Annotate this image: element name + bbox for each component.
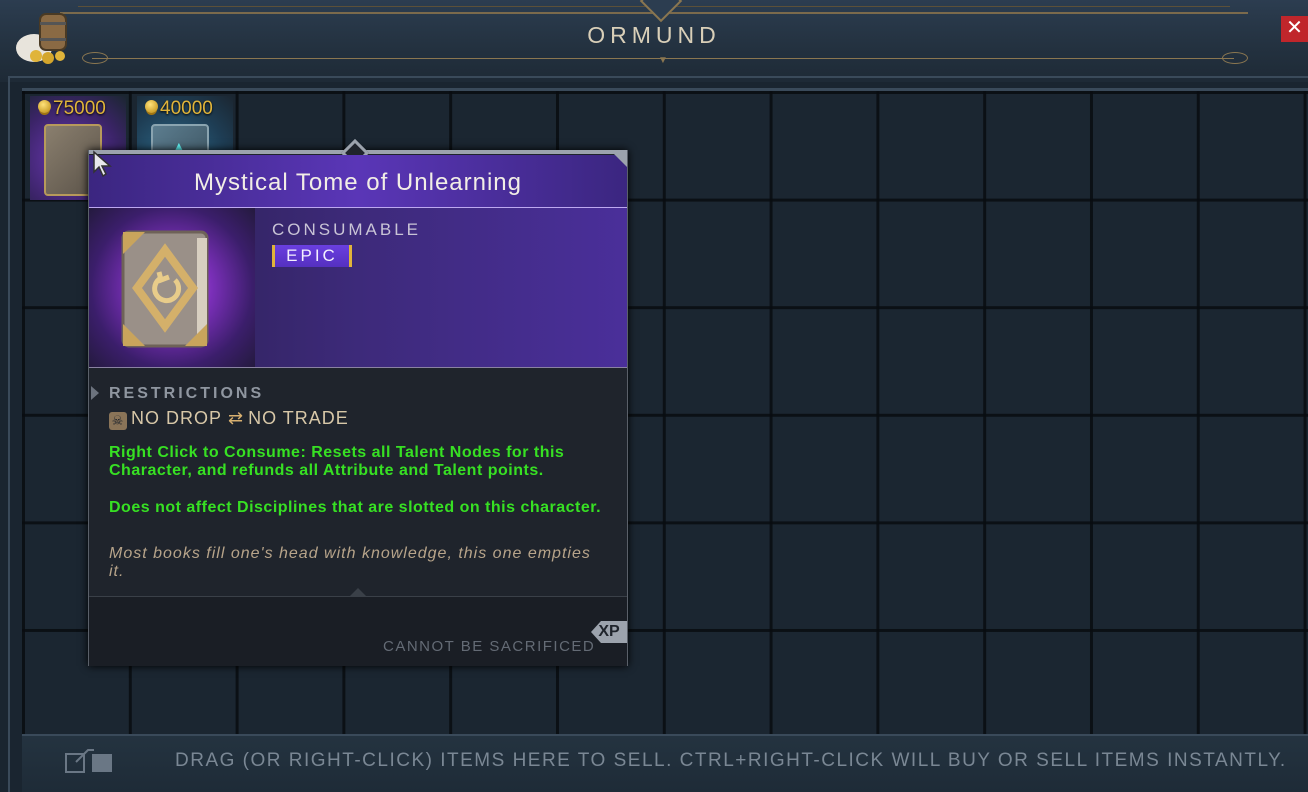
item-portrait — [89, 208, 255, 367]
item-name: Mystical Tome of Unlearning — [193, 169, 523, 196]
tooltip-header: Mystical Tome of Unlearning — [89, 155, 627, 208]
restriction-no-trade: NO TRADE — [248, 408, 349, 428]
item-type: CONSUMABLE — [272, 220, 422, 239]
restriction-no-drop: NO DROP — [131, 408, 223, 428]
coin-icon — [38, 100, 51, 113]
sell-items-icon — [65, 749, 112, 773]
item-price-value: 75000 — [53, 98, 106, 119]
item-tooltip: Mystical Tome of Unlearning CONSUMABLE E… — [88, 138, 628, 666]
restrictions-arrow-icon — [91, 386, 99, 400]
item-flavor-text: Most books fill one's head with knowledg… — [109, 545, 591, 580]
item-effect-disciplines: Does not affect Disciplines that are slo… — [109, 499, 602, 516]
restrictions-title: RESTRICTIONS — [109, 385, 265, 402]
skull-icon: ☠ — [109, 412, 127, 430]
rarity-badge: EPIC — [272, 245, 352, 267]
item-effect-consume: Right Click to Consume: Resets all Talen… — [109, 444, 565, 479]
sell-instructions: DRAG (OR RIGHT-CLICK) ITEMS HERE TO SELL… — [175, 750, 1287, 771]
coin-icon — [145, 100, 158, 113]
divider-end-right — [1222, 52, 1248, 64]
mouse-cursor-icon — [93, 150, 112, 178]
tome-icon — [121, 230, 209, 348]
vendor-header: ORMUND ▼ ✕ — [0, 0, 1308, 82]
swap-arrows-icon: ⇄ — [228, 408, 245, 428]
title-notch-icon: ▼ — [658, 55, 668, 66]
item-price: 40000 — [145, 98, 213, 120]
divider-end-left — [82, 52, 108, 64]
item-price-value: 40000 — [160, 98, 213, 119]
sacrifice-status: CANNOT BE SACRIFICED — [383, 638, 596, 655]
item-price: 75000 — [38, 98, 106, 120]
tooltip-footer — [89, 596, 627, 666]
tooltip-corner — [613, 153, 627, 167]
close-button[interactable]: ✕ — [1281, 16, 1308, 42]
restriction-list: ☠ NO DROP ⇄ NO TRADE — [109, 408, 349, 430]
vendor-title: ORMUND — [587, 22, 721, 48]
